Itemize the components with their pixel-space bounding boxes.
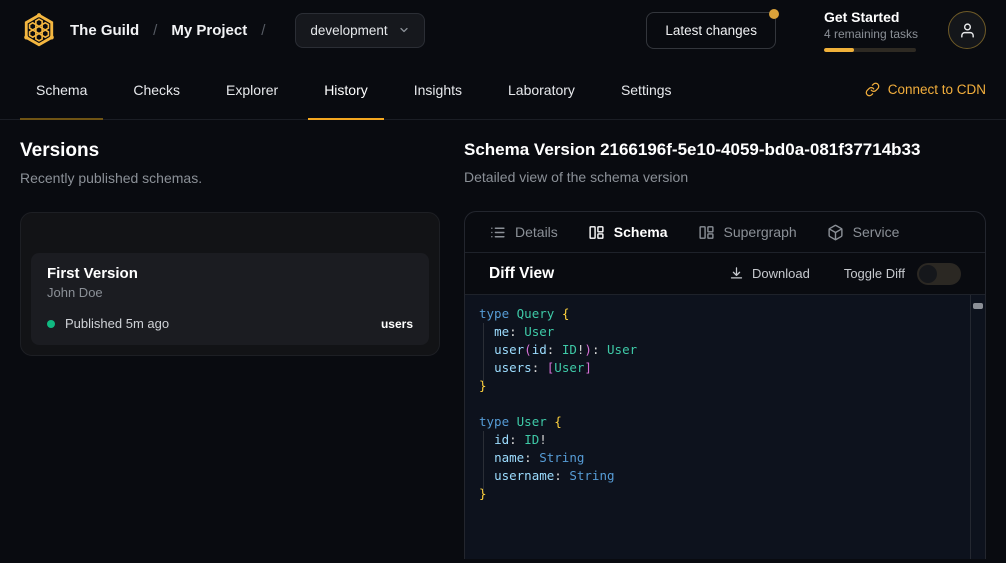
- service-badge: users: [381, 317, 413, 331]
- detail-tab-label: Supergraph: [724, 224, 797, 240]
- tab-label: Laboratory: [508, 82, 575, 98]
- target-selector[interactable]: development: [295, 13, 424, 48]
- breadcrumb-separator: /: [153, 22, 157, 39]
- progress-fill: [824, 48, 854, 52]
- version-list-item[interactable]: First Version John Doe Published 5m ago …: [31, 253, 429, 345]
- cube-icon: [827, 224, 844, 241]
- versions-subtitle: Recently published schemas.: [20, 170, 440, 186]
- tab-settings[interactable]: Settings: [605, 60, 688, 119]
- columns-icon: [698, 224, 715, 241]
- detail-tab-schema[interactable]: Schema: [588, 224, 668, 241]
- detail-tab-supergraph[interactable]: Supergraph: [698, 224, 797, 241]
- tab-insights[interactable]: Insights: [398, 60, 478, 119]
- version-name: First Version: [47, 265, 413, 282]
- diff-view-title: Diff View: [489, 265, 554, 283]
- columns-icon: [588, 224, 605, 241]
- hive-logo[interactable]: [20, 11, 58, 49]
- notification-dot: [769, 9, 779, 19]
- latest-changes-button[interactable]: Latest changes: [646, 12, 776, 49]
- version-detail-panel: Details Schema Supergraph: [464, 211, 986, 559]
- tab-checks[interactable]: Checks: [117, 60, 196, 119]
- toggle-diff-label: Toggle Diff: [844, 266, 905, 281]
- detail-tab-label: Details: [515, 224, 558, 240]
- schema-code-viewer: type Query { me: User user(id: ID!): Use…: [465, 295, 985, 559]
- tab-history[interactable]: History: [308, 60, 384, 119]
- breadcrumb-project[interactable]: My Project: [171, 22, 247, 39]
- indent-guide: [483, 323, 484, 383]
- tab-schema[interactable]: Schema: [20, 60, 103, 119]
- scrollbar-thumb[interactable]: [973, 303, 983, 309]
- code-scrollbar: [970, 295, 985, 559]
- version-author: John Doe: [47, 285, 413, 300]
- code-lines: type Query { me: User user(id: ID!): Use…: [465, 295, 985, 513]
- detail-tabs: Details Schema Supergraph: [465, 212, 985, 253]
- detail-tab-label: Service: [853, 224, 900, 240]
- versions-list: First Version John Doe Published 5m ago …: [20, 212, 440, 356]
- breadcrumb-org[interactable]: The Guild: [70, 22, 139, 39]
- breadcrumb-separator: /: [261, 22, 265, 39]
- download-icon: [729, 266, 744, 281]
- indent-guide: [483, 431, 484, 491]
- target-navbar: Schema Checks Explorer History Insights …: [0, 60, 1006, 120]
- get-started-widget[interactable]: Get Started 4 remaining tasks: [824, 9, 918, 52]
- schema-version-subtitle: Detailed view of the schema version: [464, 169, 986, 185]
- diff-view-header: Diff View Download Toggle Diff: [465, 253, 985, 295]
- top-header: The Guild / My Project / development Lat…: [0, 0, 1006, 60]
- tab-label: Schema: [36, 82, 87, 98]
- schema-version-title: Schema Version 2166196f-5e10-4059-bd0a-0…: [464, 140, 986, 160]
- tab-label: Explorer: [226, 82, 278, 98]
- tab-label: Settings: [621, 82, 672, 98]
- main-content: Versions Recently published schemas. Fir…: [0, 120, 1006, 563]
- tab-label: History: [324, 82, 368, 98]
- version-detail-column: Schema Version 2166196f-5e10-4059-bd0a-0…: [464, 140, 986, 559]
- detail-tab-label: Schema: [614, 224, 668, 240]
- list-icon: [489, 224, 506, 241]
- user-icon: [959, 22, 976, 39]
- download-button[interactable]: Download: [729, 266, 810, 281]
- get-started-progressbar: [824, 48, 916, 52]
- chevron-down-icon: [398, 24, 410, 36]
- tab-laboratory[interactable]: Laboratory: [492, 60, 591, 119]
- latest-changes-label: Latest changes: [665, 23, 757, 38]
- tab-explorer[interactable]: Explorer: [210, 60, 294, 119]
- toggle-diff-switch[interactable]: [917, 263, 961, 285]
- published-status-dot: [47, 320, 55, 328]
- tab-label: Insights: [414, 82, 462, 98]
- download-label: Download: [752, 266, 810, 281]
- connect-to-cdn-button[interactable]: Connect to CDN: [865, 60, 986, 119]
- detail-tab-details[interactable]: Details: [489, 224, 558, 241]
- versions-title: Versions: [20, 140, 440, 162]
- connect-to-cdn-label: Connect to CDN: [888, 82, 986, 97]
- version-status: Published 5m ago: [65, 316, 169, 331]
- get-started-title: Get Started: [824, 9, 918, 25]
- target-selector-value: development: [310, 23, 387, 38]
- switch-knob: [919, 265, 937, 283]
- tab-label: Checks: [133, 82, 180, 98]
- user-avatar[interactable]: [948, 11, 986, 49]
- link-icon: [865, 82, 880, 97]
- get-started-subtitle: 4 remaining tasks: [824, 27, 918, 41]
- versions-column: Versions Recently published schemas. Fir…: [20, 140, 440, 559]
- detail-tab-service[interactable]: Service: [827, 224, 900, 241]
